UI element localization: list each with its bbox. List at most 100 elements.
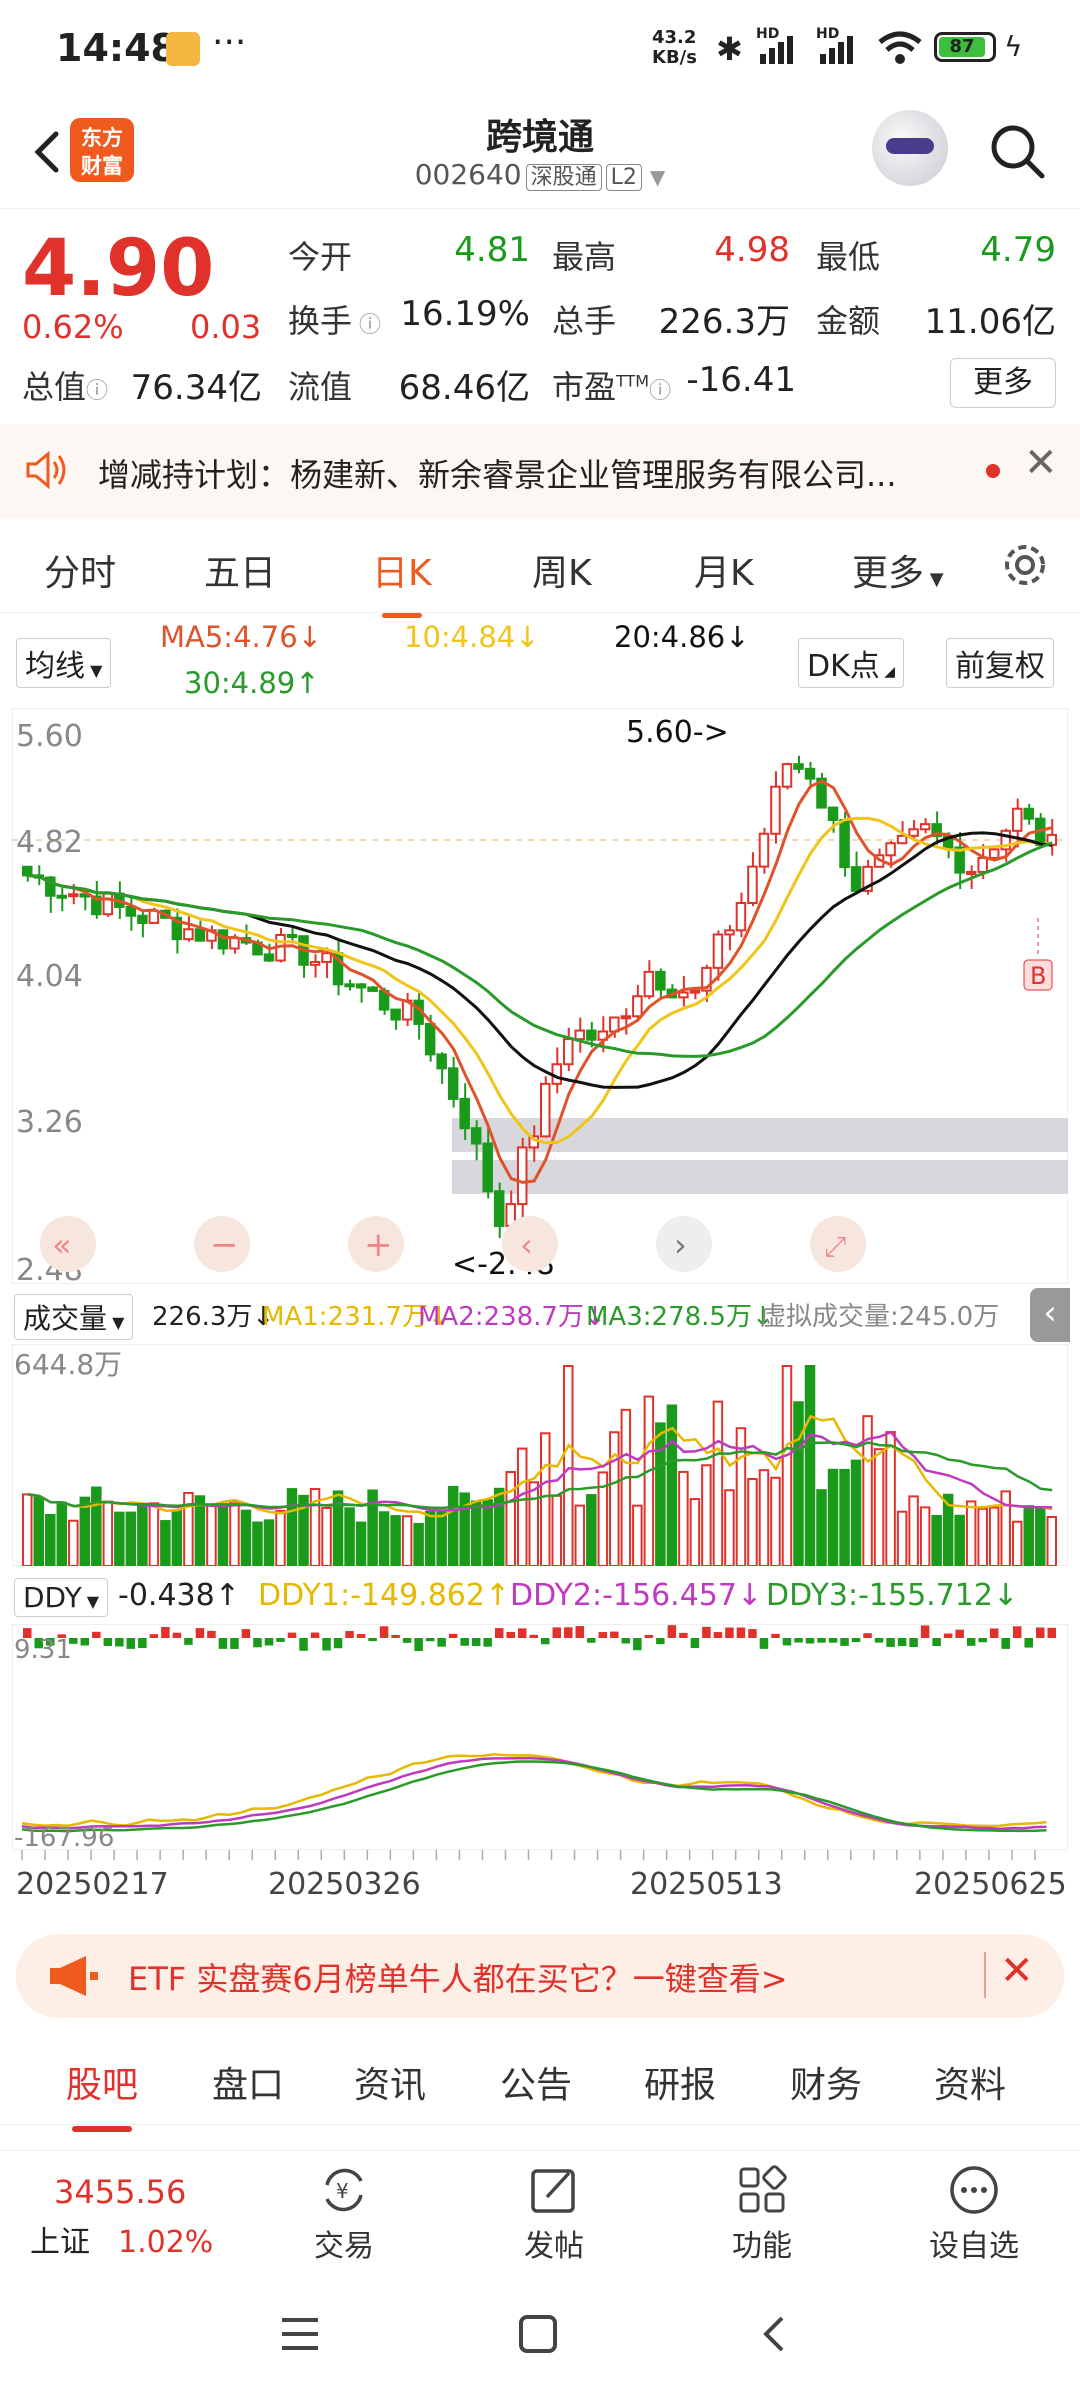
add-watchlist-button[interactable]: 设自选 [914,2163,1034,2265]
volume-bar [493,1487,505,1566]
volume-max-label: 644.8万 [14,1348,122,1381]
float-cap-label: 流值 [288,368,353,406]
nav-back-icon[interactable] [758,2314,788,2354]
svg-text:›: › [674,1226,687,1264]
volume-bar [275,1509,286,1566]
volume-bar [850,1459,862,1566]
dk-point-button[interactable]: DK点 ◢ [798,638,904,688]
volume-bar [378,1511,390,1566]
tab-order-book[interactable]: 盘口 [212,2056,284,2108]
tab-daily-k[interactable]: 日K [372,544,432,596]
speaker-icon [26,450,66,490]
tab-five-day[interactable]: 五日 [204,544,276,596]
last-price: 4.90 [22,224,215,314]
volume-value: 226.3万 [658,302,790,342]
post-button[interactable]: 发帖 [494,2163,614,2265]
volume-bar [424,1510,436,1566]
tab-guba[interactable]: 股吧 [66,2056,138,2108]
volume-bar [505,1471,516,1566]
more-button[interactable]: 更多 [950,358,1056,408]
ddy-bottom-label: -167.96 [14,1823,114,1850]
volume-bar [551,1494,563,1566]
adjust-button[interactable]: 前复权 [946,638,1054,688]
volume-bar [240,1509,252,1566]
menu-icon[interactable] [280,2316,320,2352]
volume-bar [355,1521,367,1566]
tab-financials[interactable]: 财务 [790,2056,862,2108]
dropdown-arrow-icon: ▼ [649,165,666,189]
open-label: 今开 [288,238,353,276]
ddy1-legend: DDY1:-149.862↑ [258,1578,511,1613]
promo-banner[interactable]: ETF 实盘赛6月榜单牛人都在买它？一键查看> ✕ [16,1934,1064,2018]
volume-bar [643,1395,655,1566]
robot-assistant-avatar[interactable] [872,110,948,186]
home-icon[interactable] [518,2314,558,2354]
volume-bar [91,1486,102,1566]
tab-monthly-k[interactable]: 月K [694,544,754,596]
banner-close-icon[interactable]: ✕ [1000,1948,1034,1994]
volume-bar [390,1515,401,1566]
volume-bar [839,1468,850,1566]
volume-bar [747,1478,758,1566]
volume-bar [701,1464,712,1566]
high-label: 最高 [552,238,617,276]
battery-icon: 87 [934,32,996,62]
battery-level: 87 [939,37,985,57]
indicator-selector[interactable]: 均线 ▼ [16,638,112,688]
volume-bar [194,1495,206,1566]
date-axis: 20250217 20250326 20250513 20250625 [16,1850,1067,1902]
volume-bar [482,1499,493,1566]
volume-bar [102,1500,114,1566]
edit-post-icon [531,2169,575,2213]
volume-bar [344,1507,355,1566]
y-label-2: 4.82 [16,825,83,860]
tab-announcements[interactable]: 公告 [500,2056,572,2108]
svg-text:⤢: ⤢ [824,1230,846,1263]
wifi-icon [876,28,924,72]
notice-bar[interactable]: 增减持计划：杨建新、新余睿景企业管理服务有限公司... ✕ [0,424,1080,518]
index-value: 3455.56 [54,2173,187,2211]
candle [367,986,378,993]
volume-bar [781,1365,793,1566]
tab-weekly-k[interactable]: 周K [532,544,592,596]
trade-button[interactable]: ¥ 交易 [284,2163,404,2265]
index-widget[interactable]: 3455.56 上证 1.02% [30,2173,213,2261]
ddy2-legend: DDY2:-156.457↓ [510,1578,763,1613]
index-name: 上证 [30,2225,90,2260]
volume-bar [954,1514,965,1566]
volume-selector[interactable]: 成交量 ▼ [14,1294,134,1340]
megaphone-icon [50,1956,98,1996]
market-cap-label: 总值ⓘ [22,368,109,406]
tab-research[interactable]: 研报 [644,2056,716,2108]
svg-text:¥: ¥ [336,2179,349,2203]
volume-bar [171,1509,183,1566]
volume-bar [586,1494,597,1566]
ma10-legend: 10:4.84↓ [404,620,540,654]
tab-profile[interactable]: 资料 [934,2056,1006,2108]
pe-label: 市盈TTMⓘ [552,368,672,406]
close-icon[interactable]: ✕ [1024,440,1058,486]
y-label-3: 4.04 [16,959,83,994]
kline-chart[interactable]: 5.60 4.82 4.04 3.26 2.48 5.60-> <-2.48 B… [12,708,1068,1284]
settings-gear-icon[interactable] [1000,540,1050,590]
ddy-selector[interactable]: DDY ▼ [14,1578,109,1617]
collapse-panel-icon[interactable]: ‹ [1030,1288,1070,1342]
volume-bar [252,1521,263,1566]
more-notifications-icon: ··· [212,22,247,63]
tab-news[interactable]: 资讯 [354,2056,426,2108]
volume-bar [114,1511,125,1566]
volume-bar [793,1401,804,1566]
tab-more[interactable]: 更多 ▼ [852,544,944,596]
volume-bar [125,1511,137,1566]
volume-bar [516,1447,528,1566]
search-icon[interactable] [986,120,1050,184]
svg-text:«: « [52,1226,72,1264]
tab-intraday[interactable]: 分时 [44,544,116,596]
notification-icon [166,32,200,66]
date-label-3: 20250513 [630,1867,783,1902]
signal-icon-1: HD [756,26,800,70]
pe-value: -16.41 [686,360,796,400]
volume-bar [286,1488,298,1566]
functions-button[interactable]: 功能 [702,2163,822,2265]
ddy-top-label: 9.31 [14,1635,72,1665]
